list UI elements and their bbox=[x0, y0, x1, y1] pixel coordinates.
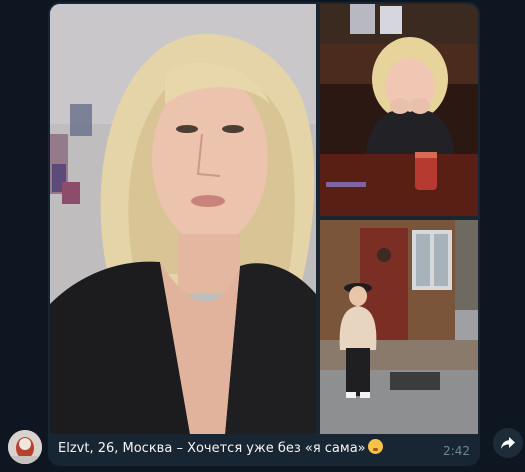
photo-woman-by-door bbox=[320, 220, 478, 434]
avatar-image bbox=[8, 430, 42, 464]
message-caption: Elzvt, 26, Москва – Хочется уже без «я с… bbox=[58, 439, 426, 458]
photo-bottom-right[interactable] bbox=[320, 220, 478, 434]
caption-text: Elzvt, 26, Москва – Хочется уже без «я с… bbox=[58, 441, 366, 456]
photo-main[interactable] bbox=[50, 4, 316, 434]
share-arrow-icon bbox=[501, 437, 515, 449]
photo-top-right[interactable] bbox=[320, 4, 478, 216]
message-time: 2:42 bbox=[443, 444, 470, 458]
message-bubble: Elzvt, 26, Москва – Хочется уже без «я с… bbox=[48, 2, 480, 466]
shushing-face-emoji bbox=[367, 439, 383, 454]
share-button[interactable] bbox=[493, 428, 523, 458]
avatar[interactable] bbox=[8, 430, 42, 464]
portrait-blonde-woman bbox=[50, 4, 316, 434]
photo-woman-at-table bbox=[320, 4, 478, 216]
